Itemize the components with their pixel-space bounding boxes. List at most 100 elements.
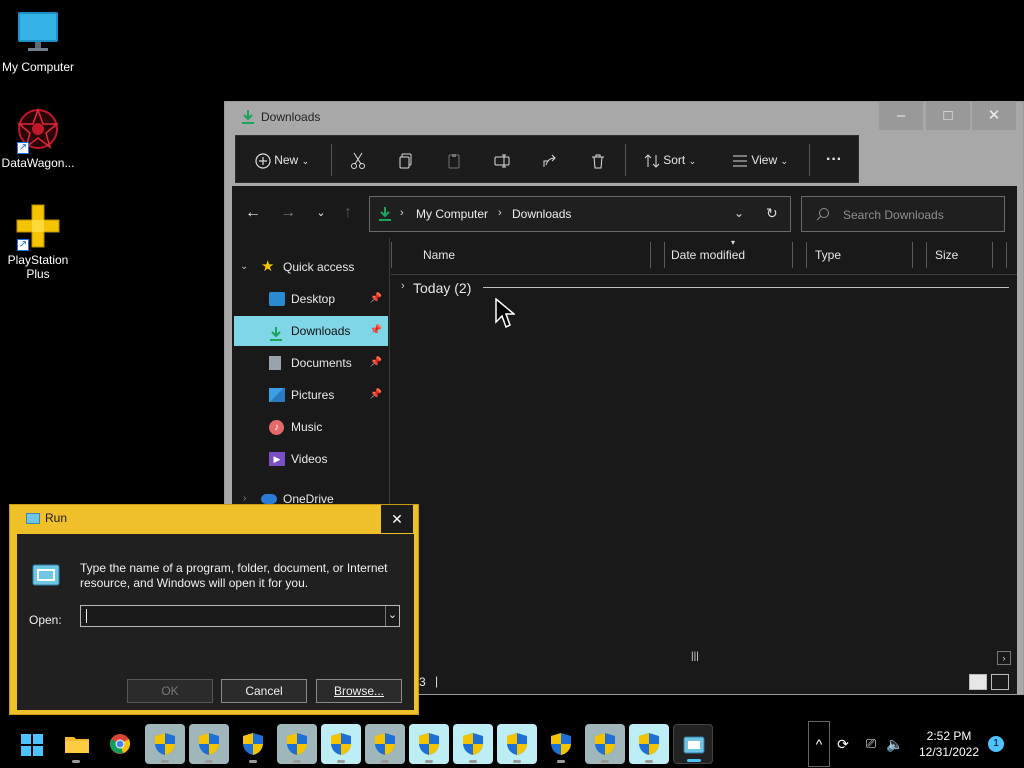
nav-label: Music (291, 420, 323, 434)
pictures-icon (269, 388, 285, 402)
minimize-button[interactable]: – (879, 102, 923, 130)
horizontal-scrollbar[interactable]: ||| › (391, 651, 1017, 666)
start-button[interactable] (12, 724, 52, 764)
taskbar-uac-app-4[interactable] (277, 724, 317, 764)
taskbar-uac-app-12[interactable] (629, 724, 669, 764)
nav-item-videos[interactable]: ▶ Videos (232, 444, 388, 474)
forward-arrow-icon[interactable]: → (275, 196, 301, 230)
monitor-icon (15, 10, 61, 56)
refresh-icon[interactable]: ↻ (766, 205, 778, 222)
run-open-combobox[interactable]: ⌄ (80, 605, 400, 627)
nav-item-pictures[interactable]: Pictures 📌 (232, 380, 388, 410)
rename-button[interactable] (488, 136, 516, 184)
taskbar-uac-app-3[interactable] (233, 724, 273, 764)
taskbar-uac-app-2[interactable] (189, 724, 229, 764)
paste-button[interactable] (440, 136, 468, 184)
run-cancel-button[interactable]: Cancel (221, 679, 307, 703)
status-bar: 3 | (391, 670, 1017, 694)
explorer-titlebar[interactable]: Downloads – □ ✕ (225, 102, 1023, 132)
taskbar-chrome[interactable] (100, 724, 140, 764)
address-bar[interactable]: › My Computer › Downloads ⌄ ↻ (369, 196, 791, 232)
view-button[interactable]: View ⌄ (724, 136, 796, 184)
search-box[interactable]: Search Downloads (801, 196, 1005, 232)
running-indicator (513, 760, 521, 763)
nav-item-quick-access[interactable]: ⌄ ★ Quick access (232, 252, 388, 282)
taskbar-uac-app-1[interactable] (145, 724, 185, 764)
column-header-name[interactable]: Name (415, 242, 651, 268)
search-icon (816, 207, 830, 224)
desktop-icon-datawagon[interactable]: ↗ DataWagon... (0, 106, 76, 170)
uac-shield-icon (551, 733, 571, 755)
recent-locations-chevron-icon[interactable]: ⌄ (308, 196, 334, 230)
desktop-icon-my-computer[interactable]: My Computer (0, 10, 76, 74)
desktop-icon-playstation-plus[interactable]: ↗ PlayStation Plus (0, 203, 76, 281)
more-options-button[interactable]: ··· (820, 136, 848, 184)
windows-logo-icon (21, 734, 43, 756)
scroll-right-arrow-icon[interactable]: › (997, 651, 1011, 665)
column-header-date-modified[interactable]: Date modified ▾ (663, 238, 793, 268)
taskbar-uac-app-8[interactable] (453, 724, 493, 764)
pin-icon: 📌 (369, 389, 382, 400)
nav-item-downloads[interactable]: Downloads 📌 (234, 316, 388, 346)
taskbar-uac-app-9[interactable] (497, 724, 537, 764)
nav-label: Pictures (291, 388, 335, 402)
back-arrow-icon[interactable]: ← (240, 196, 266, 230)
nav-item-documents[interactable]: Documents 📌 (232, 348, 388, 378)
address-history-chevron-icon[interactable]: ⌄ (734, 206, 744, 220)
run-close-button[interactable]: ✕ (381, 505, 413, 533)
combobox-dropdown-chevron-icon[interactable]: ⌄ (385, 606, 399, 626)
view-icon (732, 153, 748, 167)
toolbar-divider (625, 144, 626, 176)
nav-item-music[interactable]: ♪ Music (232, 412, 388, 442)
maximize-button[interactable]: □ (926, 102, 970, 130)
breadcrumb-downloads[interactable]: Downloads (512, 207, 571, 221)
taskbar-file-explorer[interactable] (56, 724, 96, 764)
show-hidden-icons-chevron-icon[interactable]: ^ (808, 721, 830, 767)
chevron-down-icon: ⌄ (780, 156, 789, 166)
delete-button[interactable] (584, 136, 612, 184)
downloads-icon (378, 206, 392, 225)
column-header-size[interactable]: Size (927, 242, 993, 268)
notification-badge[interactable]: 1 (988, 736, 1004, 752)
share-button[interactable] (536, 136, 564, 184)
taskbar: ^ ⟳ ⎚ 🔈 2:52 PM 12/31/2022 1 (0, 720, 1024, 768)
nav-item-desktop[interactable]: Desktop 📌 (232, 284, 388, 314)
text-caret (86, 609, 87, 623)
taskbar-uac-app-5[interactable] (321, 724, 361, 764)
group-label: Today (2) (413, 280, 472, 296)
toolbar-divider (809, 144, 810, 176)
run-browse-button[interactable]: Browse... (316, 679, 402, 703)
column-header-spacer (793, 242, 807, 268)
taskbar-uac-app-11[interactable] (585, 724, 625, 764)
run-dialog-title: Run (45, 511, 68, 525)
breadcrumb-my-computer[interactable]: My Computer (416, 207, 488, 221)
large-icons-view-icon[interactable] (991, 674, 1009, 690)
taskbar-run-app[interactable] (673, 724, 713, 764)
run-ok-button[interactable]: OK (127, 679, 213, 703)
taskbar-uac-app-10[interactable] (541, 724, 581, 764)
column-header-type[interactable]: Type (807, 242, 913, 268)
taskbar-uac-app-6[interactable] (365, 724, 405, 764)
chevron-down-icon: ⌄ (688, 156, 697, 166)
sort-button[interactable]: Sort ⌄ (636, 136, 704, 184)
copy-button[interactable] (392, 136, 420, 184)
group-header-row[interactable]: › Today (2) (391, 274, 1017, 302)
clock[interactable]: 2:52 PM 12/31/2022 (910, 720, 988, 768)
taskbar-uac-app-7[interactable] (409, 724, 449, 764)
sync-status-icon[interactable]: ⟳ (832, 720, 854, 768)
trash-icon (590, 153, 606, 169)
running-indicator (601, 760, 609, 763)
cloud-icon (261, 494, 277, 504)
status-item-count: 3 (419, 675, 426, 689)
up-arrow-icon[interactable]: ↑ (335, 196, 361, 230)
new-button[interactable]: New ⌄ (246, 136, 318, 184)
volume-icon[interactable]: 🔈 (884, 720, 906, 768)
header-separator (391, 242, 392, 268)
cut-button[interactable] (344, 136, 372, 184)
chevron-down-icon: ⌄ (301, 156, 310, 166)
run-dialog-body: Type the name of a program, folder, docu… (17, 534, 414, 710)
running-indicator (645, 760, 653, 763)
details-view-icon[interactable] (969, 674, 987, 690)
network-icon[interactable]: ⎚ (860, 720, 882, 768)
close-button[interactable]: ✕ (972, 102, 1016, 130)
